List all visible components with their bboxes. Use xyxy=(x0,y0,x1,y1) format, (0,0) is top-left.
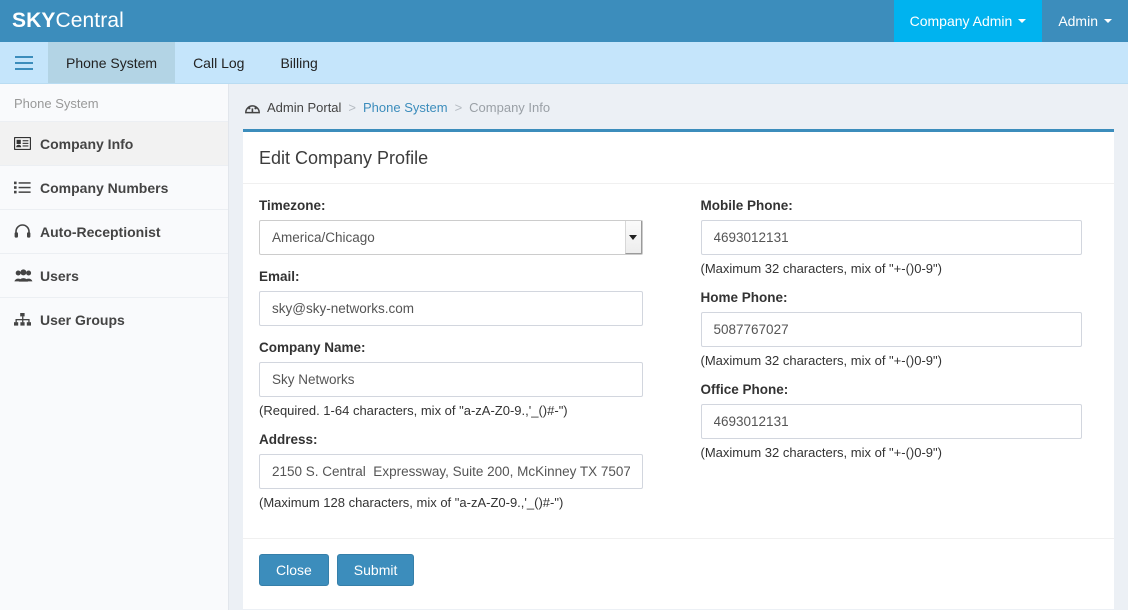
home-phone-hint: (Maximum 32 characters, mix of "+-()0-9"… xyxy=(700,353,942,368)
timezone-select-wrapper: America/Chicago xyxy=(259,220,643,255)
company-name-hint: (Required. 1-64 characters, mix of "a-zA… xyxy=(259,403,568,418)
sidebar: Phone System Company Info Company Number… xyxy=(0,84,229,610)
caret-down-icon xyxy=(1018,19,1027,23)
field-group-mobile-phone: Mobile Phone: (Maximum 32 characters, mi… xyxy=(700,198,1082,276)
tab-phone-system[interactable]: Phone System xyxy=(48,42,176,83)
home-phone-label: Home Phone: xyxy=(700,290,788,305)
form-column-left: Timezone: America/Chicago Email: sky@sky… xyxy=(259,198,679,524)
field-group-address: Address: (Maximum 128 characters, mix of… xyxy=(259,432,643,510)
submit-button[interactable]: Submit xyxy=(336,554,415,586)
form-actions: Close Submit xyxy=(243,538,1114,602)
mobile-phone-hint: (Maximum 32 characters, mix of "+-()0-9"… xyxy=(700,261,942,276)
sidebar-item-user-groups[interactable]: User Groups xyxy=(0,297,228,341)
tab-call-log[interactable]: Call Log xyxy=(175,42,262,83)
email-field[interactable] xyxy=(259,291,643,326)
sidebar-item-company-numbers[interactable]: Company Numbers xyxy=(0,165,228,209)
close-button[interactable]: Close xyxy=(259,554,329,586)
hamburger-icon[interactable] xyxy=(0,42,48,83)
header-menu-company-admin[interactable]: Company Admin xyxy=(893,0,1043,42)
email-label: Email: xyxy=(259,269,300,284)
id-card-icon xyxy=(14,137,40,150)
sidebar-item-auto-receptionist[interactable]: Auto-Receptionist xyxy=(0,209,228,253)
breadcrumb-separator: > xyxy=(454,100,463,115)
page-title: Edit Company Profile xyxy=(243,132,1114,184)
caret-down-icon xyxy=(1104,19,1112,23)
top-header: SKY Central Company Admin Admin xyxy=(0,0,1128,42)
primary-nav-bar: Phone System Call Log Billing xyxy=(0,42,1128,84)
sidebar-item-users[interactable]: Users xyxy=(0,253,228,297)
sidebar-item-company-info[interactable]: Company Info xyxy=(0,121,228,165)
tab-billing-label: Billing xyxy=(280,54,318,71)
headset-icon xyxy=(14,224,40,239)
sidebar-item-users-label: Users xyxy=(40,267,79,284)
main-content: Admin Portal > Phone System > Company In… xyxy=(229,84,1128,610)
list-icon xyxy=(14,181,40,194)
page-body: Phone System Company Info Company Number… xyxy=(0,84,1128,610)
breadcrumb-phone-system[interactable]: Phone System xyxy=(363,100,448,115)
office-phone-label: Office Phone: xyxy=(700,382,789,397)
form-column-right: Mobile Phone: (Maximum 32 characters, mi… xyxy=(679,198,1099,524)
dashboard-icon xyxy=(245,102,260,114)
header-menus: Company Admin Admin xyxy=(893,0,1128,42)
brand-strong: SKY xyxy=(12,9,56,32)
breadcrumb: Admin Portal > Phone System > Company In… xyxy=(229,84,1128,129)
address-hint: (Maximum 128 characters, mix of "a-zA-Z0… xyxy=(259,495,564,510)
app-logo[interactable]: SKY Central xyxy=(0,0,233,42)
tab-call-log-label: Call Log xyxy=(193,54,245,71)
timezone-label: Timezone: xyxy=(259,198,326,213)
header-spacer xyxy=(233,0,894,42)
field-group-office-phone: Office Phone: (Maximum 32 characters, mi… xyxy=(700,382,1082,460)
breadcrumb-separator: > xyxy=(348,100,357,115)
brand-light: Central xyxy=(55,9,124,32)
office-phone-field[interactable] xyxy=(700,404,1082,439)
sidebar-section-title: Phone System xyxy=(14,96,99,111)
address-field[interactable] xyxy=(259,454,643,489)
header-menu-admin[interactable]: Admin xyxy=(1042,0,1128,42)
field-group-home-phone: Home Phone: (Maximum 32 characters, mix … xyxy=(700,290,1082,368)
tab-billing[interactable]: Billing xyxy=(262,42,335,83)
header-menu-company-admin-label: Company Admin xyxy=(909,13,1013,29)
sitemap-icon xyxy=(14,313,40,326)
home-phone-field[interactable] xyxy=(700,312,1082,347)
breadcrumb-home[interactable]: Admin Portal xyxy=(267,100,341,115)
mobile-phone-label: Mobile Phone: xyxy=(700,198,793,213)
sidebar-item-user-groups-label: User Groups xyxy=(40,311,125,328)
header-menu-admin-label: Admin xyxy=(1058,13,1098,29)
company-profile-form: Timezone: America/Chicago Email: sky@sky… xyxy=(243,184,1114,524)
users-icon xyxy=(14,269,40,282)
field-group-company-name: Company Name: (Required. 1-64 characters… xyxy=(259,340,643,418)
sidebar-item-company-info-label: Company Info xyxy=(40,135,134,152)
office-phone-hint: (Maximum 32 characters, mix of "+-()0-9"… xyxy=(700,445,942,460)
edit-company-profile-panel: Edit Company Profile Timezone: America/C… xyxy=(243,129,1114,609)
mobile-phone-field[interactable] xyxy=(700,220,1082,255)
field-group-timezone: Timezone: America/Chicago xyxy=(259,198,643,255)
company-name-label: Company Name: xyxy=(259,340,366,355)
breadcrumb-current: Company Info xyxy=(469,100,551,115)
sidebar-item-company-numbers-label: Company Numbers xyxy=(40,179,169,196)
field-group-email: Email: xyxy=(259,269,643,326)
timezone-select[interactable]: America/Chicago xyxy=(259,220,643,255)
tab-phone-system-label: Phone System xyxy=(66,54,158,71)
company-name-field[interactable] xyxy=(259,362,643,397)
address-label: Address: xyxy=(259,432,318,447)
sidebar-item-auto-receptionist-label: Auto-Receptionist xyxy=(40,223,161,240)
